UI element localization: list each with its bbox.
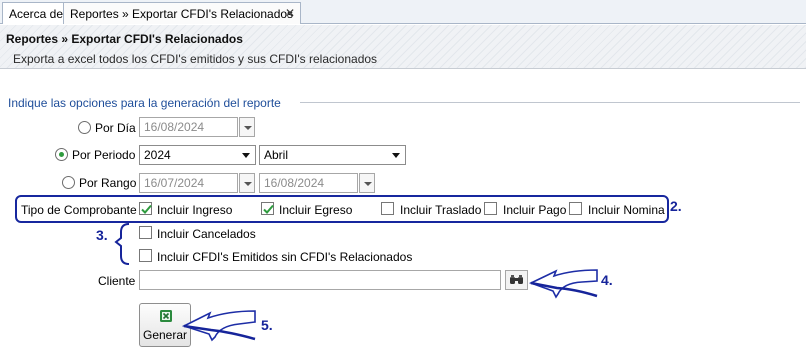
annotation-4: 4. [601,272,613,288]
por-dia-date-input[interactable]: 16/08/2024 [139,117,238,137]
por-dia-date-dropdown-button[interactable] [239,117,255,137]
checkbox-incluir-sin-relacionados[interactable] [139,249,152,262]
checkbox-incluir-cancelados[interactable] [139,226,152,239]
checkbox-incluir-ingreso[interactable] [139,202,152,215]
incluir-nomina-label: Incluir Nomina [588,203,665,217]
annotation-5: 5. [261,317,273,333]
tab-label: Acerca de [9,7,64,21]
rango-from-dropdown-button[interactable] [239,173,255,193]
fieldset-divider [300,102,800,103]
excel-icon [160,310,172,322]
periodo-year-select[interactable]: 2024 [139,145,256,165]
tipo-comprobante-label: Tipo de Comprobante [21,203,137,217]
radio-por-rango[interactable] [62,176,75,189]
binoculars-icon [510,275,523,284]
annotation-3: 3. [96,227,108,243]
checkbox-incluir-egreso[interactable] [261,202,274,215]
tab-label: Reportes » Exportar CFDI's Relacionados [70,7,294,21]
page-subtitle: Exporta a excel todos los CFDI's emitido… [13,52,378,66]
cliente-input[interactable] [139,270,501,290]
checkbox-incluir-nomina[interactable] [569,202,582,215]
incluir-egreso-label: Incluir Egreso [279,203,353,217]
rango-from-input[interactable]: 16/07/2024 [139,173,238,193]
tab-bar: Acerca de Reportes » Exportar CFDI's Rel… [0,0,806,24]
check-icon [263,204,274,214]
incluir-traslado-label: Incluir Traslado [400,203,482,217]
annotation-2: 2. [670,198,682,214]
radio-por-dia[interactable] [78,121,91,134]
por-rango-label: Por Rango [79,176,137,190]
search-cliente-button[interactable] [505,270,528,290]
radio-por-periodo[interactable] [55,148,68,161]
generar-label: Generar [142,328,188,342]
arrow-annotation-5 [181,310,256,342]
tab-exportar-cfdi[interactable]: Reportes » Exportar CFDI's Relacionados … [63,2,301,24]
page-header: Reportes » Exportar CFDI's Relacionados … [0,25,806,69]
checkbox-incluir-traslado[interactable] [381,202,394,215]
incluir-sin-relacionados-label: Incluir CFDI's Emitidos sin CFDI's Relac… [157,250,413,264]
por-periodo-label: Por Periodo [72,148,136,162]
options-legend: Indique las opciones para la generación … [8,96,281,110]
cliente-label: Cliente [98,274,136,288]
incluir-ingreso-label: Incluir Ingreso [157,203,233,217]
page-title: Reportes » Exportar CFDI's Relacionados [6,32,243,46]
arrow-annotation-4 [528,269,598,299]
bracket-annotation-3 [114,223,130,265]
generar-button[interactable]: Generar [139,303,191,347]
check-icon [141,204,152,214]
incluir-cancelados-label: Incluir Cancelados [157,227,256,241]
rango-to-input[interactable]: 16/08/2024 [259,173,358,193]
rango-to-dropdown-button[interactable] [359,173,375,193]
incluir-pago-label: Incluir Pago [503,203,567,217]
por-dia-label: Por Día [95,121,136,135]
close-icon[interactable]: ✕ [285,6,295,20]
checkbox-incluir-pago[interactable] [484,202,497,215]
tab-acerca-de[interactable]: Acerca de [2,2,71,24]
periodo-month-select[interactable]: Abril [259,145,406,165]
